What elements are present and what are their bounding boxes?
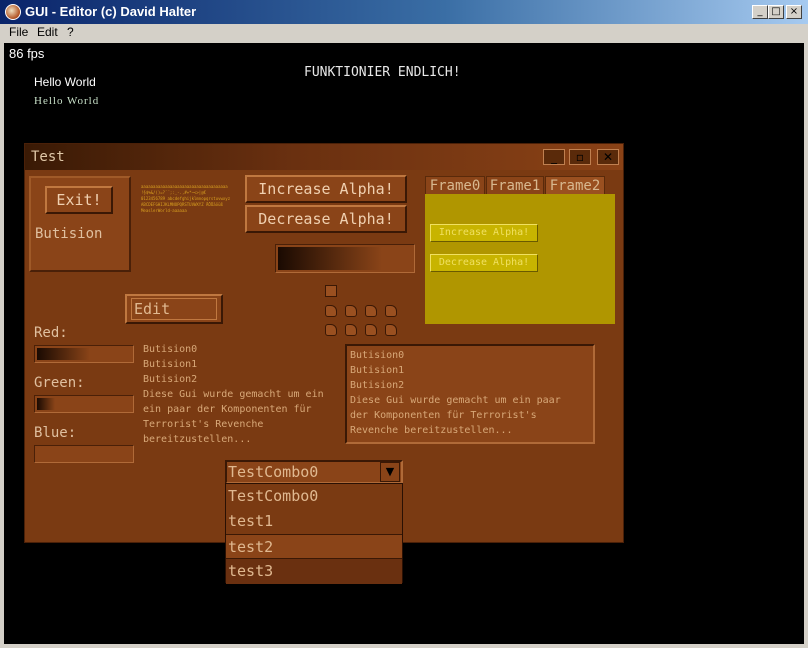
list-item[interactable]: der Komponenten für Terrorist's bbox=[350, 408, 561, 423]
decrease-alpha-button[interactable]: Decrease Alpha! bbox=[245, 205, 407, 233]
test-combo[interactable]: TestCombo0 ▼ bbox=[225, 460, 403, 484]
alpha-progress-fill bbox=[278, 247, 382, 270]
green-slider-fill bbox=[37, 398, 55, 410]
static-text-line: Butision2 bbox=[143, 374, 198, 385]
static-text-line: Diese Gui wurde gemacht um ein bbox=[143, 389, 323, 400]
hello-world-serif-text: Hello World bbox=[34, 95, 100, 107]
blue-label: Blue: bbox=[34, 425, 77, 441]
hello-world-text: Hello World bbox=[34, 75, 96, 89]
tab-frame2[interactable]: Frame2 bbox=[545, 176, 605, 196]
radio-button[interactable] bbox=[325, 324, 337, 336]
green-slider[interactable] bbox=[34, 395, 134, 413]
checkbox[interactable] bbox=[325, 285, 337, 297]
list-item[interactable]: Butision0 bbox=[350, 348, 561, 363]
green-label: Green: bbox=[34, 375, 85, 391]
butision-label: Butision bbox=[35, 226, 103, 242]
static-text-line: bereitzustellen... bbox=[143, 434, 252, 445]
combo-dropdown-list: TestCombo0 test1 test2 test3 bbox=[225, 483, 403, 584]
list-item[interactable]: Butision2 bbox=[350, 378, 561, 393]
minimize-button[interactable]: _ bbox=[752, 5, 768, 19]
combo-option[interactable]: test3 bbox=[226, 559, 402, 584]
gui-minimize-button[interactable]: _ bbox=[543, 149, 565, 165]
gui-restore-button[interactable]: ▫ bbox=[569, 149, 591, 165]
list-item[interactable]: Diese Gui wurde gemacht um ein paar bbox=[350, 393, 561, 408]
list-item[interactable]: Butision1 bbox=[350, 363, 561, 378]
red-label: Red: bbox=[34, 325, 68, 341]
tiny-text-block: aaaaaaaaaaaaaaaaaaaaaaaaaaaaaaaaaaaa !§$… bbox=[141, 184, 245, 214]
maximize-button[interactable]: □ bbox=[768, 5, 784, 19]
fps-counter: 86 fps bbox=[9, 46, 45, 61]
edit-input[interactable]: Edit bbox=[131, 298, 217, 320]
radio-button[interactable] bbox=[385, 305, 397, 317]
tab-frame1[interactable]: Frame1 bbox=[486, 176, 544, 196]
frame-decrease-alpha-button[interactable]: Decrease Alpha! bbox=[430, 254, 538, 272]
exit-button[interactable]: Exit! bbox=[45, 186, 113, 214]
button-panel: Exit! Butision bbox=[29, 176, 131, 272]
tiny-text-line: MeaslerWorld-aaaaaa bbox=[141, 208, 187, 213]
combo-option[interactable]: TestCombo0 bbox=[226, 484, 402, 509]
static-text-line: Terrorist's Revenche bbox=[143, 419, 264, 430]
window-titlebar[interactable]: GUI - Editor (c) David Halter _ □ × bbox=[0, 0, 808, 24]
blue-slider[interactable] bbox=[34, 445, 134, 463]
combo-option[interactable]: test1 bbox=[226, 509, 402, 534]
menu-help[interactable]: ? bbox=[67, 25, 74, 39]
gui-titlebar[interactable]: Test _ ▫ ✕ bbox=[25, 144, 623, 170]
static-text-line: ein paar der Komponenten für bbox=[143, 404, 312, 415]
menu-bar: File Edit ? bbox=[0, 24, 808, 42]
radio-button[interactable] bbox=[345, 324, 357, 336]
list-item[interactable]: Revenche bereitzustellen... bbox=[350, 423, 561, 438]
combo-dropdown-button[interactable]: ▼ bbox=[380, 462, 400, 482]
combo-value: TestCombo0 bbox=[228, 463, 319, 481]
tab-frame0[interactable]: Frame0 bbox=[425, 176, 485, 196]
render-area: 86 fps FUNKTIONIER ENDLICH! Hello World … bbox=[4, 43, 804, 644]
radio-button[interactable] bbox=[325, 305, 337, 317]
radio-button[interactable] bbox=[365, 324, 377, 336]
static-text-line: Butision1 bbox=[143, 359, 198, 370]
red-slider-fill bbox=[37, 348, 90, 360]
edit-field[interactable]: Edit bbox=[125, 294, 223, 324]
red-slider[interactable] bbox=[34, 345, 134, 363]
combo-option-selected[interactable]: test2 bbox=[226, 534, 402, 559]
menu-file[interactable]: File bbox=[9, 25, 28, 39]
window-title: GUI - Editor (c) David Halter bbox=[25, 4, 197, 19]
headline-text: FUNKTIONIER ENDLICH! bbox=[304, 65, 461, 80]
text-listbox[interactable]: Butision0 Butision1 Butision2 Diese Gui … bbox=[345, 344, 595, 444]
listbox-content: Butision0 Butision1 Butision2 Diese Gui … bbox=[350, 348, 561, 438]
increase-alpha-button[interactable]: Increase Alpha! bbox=[245, 175, 407, 203]
app-icon[interactable] bbox=[5, 4, 21, 20]
radio-button[interactable] bbox=[385, 324, 397, 336]
radio-button[interactable] bbox=[365, 305, 377, 317]
alpha-progress bbox=[275, 244, 415, 273]
static-text-line: Butision0 bbox=[143, 344, 198, 355]
gui-close-button[interactable]: ✕ bbox=[597, 149, 619, 165]
close-button[interactable]: × bbox=[786, 5, 802, 19]
radio-button[interactable] bbox=[345, 305, 357, 317]
static-text-block: Butision0 Butision1 Butision2 Diese Gui … bbox=[143, 342, 323, 447]
frame-increase-alpha-button[interactable]: Increase Alpha! bbox=[430, 224, 538, 242]
gui-title: Test bbox=[31, 149, 65, 165]
frame-panel: Increase Alpha! Decrease Alpha! bbox=[425, 194, 615, 324]
menu-edit[interactable]: Edit bbox=[37, 25, 58, 39]
